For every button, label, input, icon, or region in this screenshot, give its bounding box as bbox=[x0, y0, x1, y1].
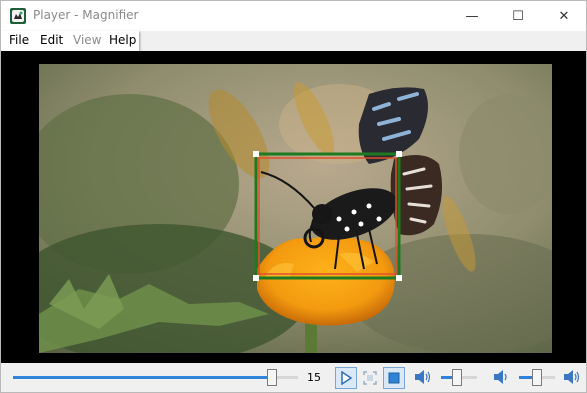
balance-slider[interactable] bbox=[519, 369, 555, 386]
video-frame[interactable] bbox=[39, 64, 552, 353]
balance-slider-thumb[interactable] bbox=[532, 369, 542, 386]
speaker-high-icon[interactable] bbox=[563, 369, 581, 385]
resize-handle-bottom-left[interactable] bbox=[253, 275, 259, 281]
video-image bbox=[39, 64, 552, 353]
menu-view[interactable]: View bbox=[73, 33, 101, 47]
resize-handle-top-left[interactable] bbox=[253, 151, 259, 157]
menu-help[interactable]: Help bbox=[109, 33, 136, 47]
speaker-low-icon[interactable] bbox=[493, 369, 511, 385]
app-icon bbox=[10, 8, 26, 24]
seek-slider[interactable] bbox=[13, 369, 298, 386]
close-button[interactable]: ✕ bbox=[541, 1, 586, 31]
speaker-icon[interactable] bbox=[414, 369, 432, 385]
fullscreen-button[interactable] bbox=[359, 367, 381, 389]
minimize-icon: — bbox=[465, 8, 479, 24]
play-button[interactable] bbox=[335, 367, 357, 389]
play-icon bbox=[341, 371, 353, 385]
window-title: Player - Magnifier bbox=[33, 8, 139, 22]
menu-edit[interactable]: Edit bbox=[40, 33, 63, 47]
maximize-icon: ☐ bbox=[512, 8, 524, 24]
control-bar: 15 bbox=[1, 363, 586, 392]
volume-slider[interactable] bbox=[441, 369, 477, 386]
volume-slider-thumb[interactable] bbox=[452, 369, 462, 386]
seek-slider-fill bbox=[13, 376, 272, 379]
player-window: Player - Magnifier — ☐ ✕ File Edit View … bbox=[0, 0, 587, 393]
minimize-button[interactable]: — bbox=[449, 1, 495, 31]
resize-handle-bottom-right[interactable] bbox=[396, 275, 402, 281]
stop-button[interactable] bbox=[383, 367, 405, 389]
fullscreen-icon bbox=[363, 371, 377, 385]
seek-slider-thumb[interactable] bbox=[267, 369, 277, 386]
menu-file[interactable]: File bbox=[9, 33, 29, 47]
title-bar: Player - Magnifier — ☐ ✕ bbox=[1, 1, 586, 31]
close-icon: ✕ bbox=[558, 8, 570, 24]
time-label: 15 bbox=[307, 371, 321, 384]
stop-icon bbox=[388, 372, 400, 384]
video-area bbox=[1, 51, 586, 363]
resize-handle-top-right[interactable] bbox=[396, 151, 402, 157]
maximize-button[interactable]: ☐ bbox=[495, 1, 541, 31]
menu-bar: File Edit View Help bbox=[1, 31, 139, 51]
